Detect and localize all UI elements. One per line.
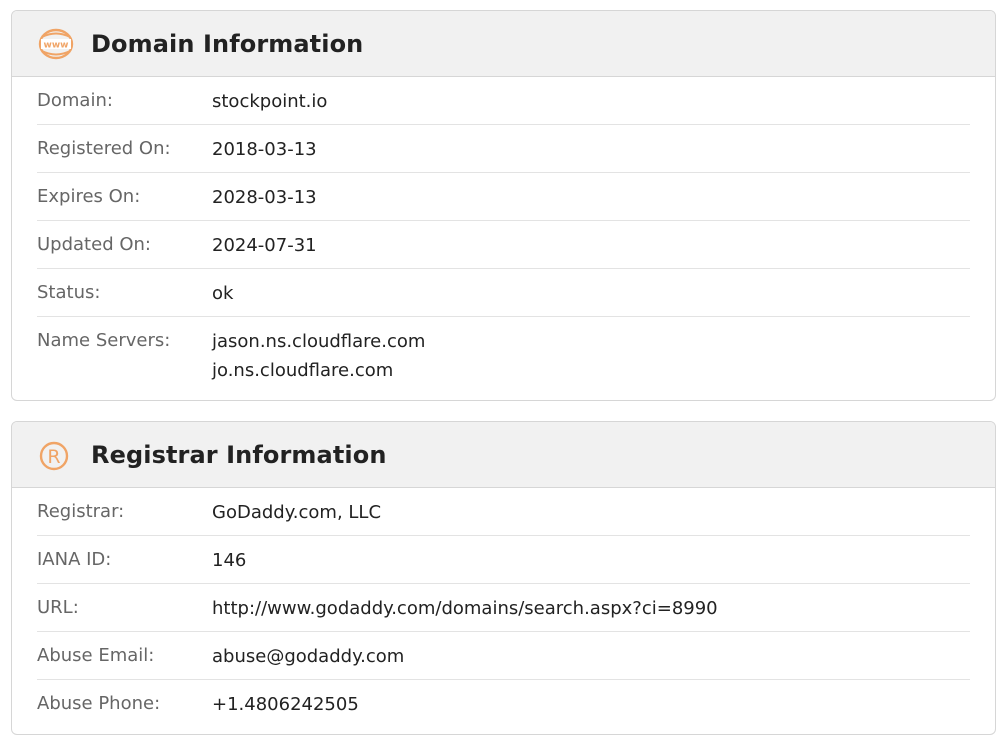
expires-on-row: Expires On: 2028-03-13 bbox=[37, 173, 970, 221]
registrar-information-title: Registrar Information bbox=[91, 440, 387, 469]
domain-label: Domain: bbox=[37, 90, 113, 111]
name-servers-row: Name Servers: jason.ns.cloudflare.com jo… bbox=[37, 317, 970, 385]
name-servers-label: Name Servers: bbox=[37, 330, 171, 351]
registered-trademark-icon: R bbox=[38, 437, 74, 473]
name-servers-value: jason.ns.cloudflare.com jo.ns.cloudflare… bbox=[212, 327, 425, 385]
abuse-email-label: Abuse Email: bbox=[37, 645, 155, 666]
status-row: Status: ok bbox=[37, 269, 970, 317]
registered-on-row: Registered On: 2018-03-13 bbox=[37, 125, 970, 173]
iana-id-row: IANA ID: 146 bbox=[37, 536, 970, 584]
domain-row: Domain: stockpoint.io bbox=[37, 77, 970, 125]
updated-on-row: Updated On: 2024-07-31 bbox=[37, 221, 970, 269]
registered-on-label: Registered On: bbox=[37, 138, 171, 159]
registered-on-value: 2018-03-13 bbox=[212, 139, 317, 160]
domain-information-rows: Domain: stockpoint.io Registered On: 201… bbox=[12, 77, 995, 385]
domain-information-header: www Domain Information bbox=[12, 11, 995, 77]
url-value: http://www.godaddy.com/domains/search.as… bbox=[212, 598, 718, 619]
updated-on-label: Updated On: bbox=[37, 234, 151, 255]
abuse-phone-value: +1.4806242505 bbox=[212, 694, 359, 715]
domain-information-title: Domain Information bbox=[91, 29, 364, 58]
registrar-information-header: R Registrar Information bbox=[12, 422, 995, 488]
svg-text:R: R bbox=[47, 446, 60, 468]
abuse-email-row: Abuse Email: abuse@godaddy.com bbox=[37, 632, 970, 680]
registrar-information-card: R Registrar Information Registrar: GoDad… bbox=[11, 421, 996, 735]
name-server-item: jo.ns.cloudflare.com bbox=[212, 360, 394, 381]
www-globe-icon: www bbox=[38, 26, 74, 62]
svg-text:www: www bbox=[44, 40, 69, 50]
registrar-value: GoDaddy.com, LLC bbox=[212, 502, 382, 523]
url-row: URL: http://www.godaddy.com/domains/sear… bbox=[37, 584, 970, 632]
updated-on-value: 2024-07-31 bbox=[212, 235, 317, 256]
abuse-phone-label: Abuse Phone: bbox=[37, 693, 161, 714]
status-value: ok bbox=[212, 283, 234, 304]
registrar-row: Registrar: GoDaddy.com, LLC bbox=[37, 488, 970, 536]
abuse-email-value: abuse@godaddy.com bbox=[212, 646, 405, 667]
iana-id-value: 146 bbox=[212, 550, 247, 571]
domain-value: stockpoint.io bbox=[212, 91, 328, 112]
expires-on-label: Expires On: bbox=[37, 186, 141, 207]
status-label: Status: bbox=[37, 282, 101, 303]
url-label: URL: bbox=[37, 597, 79, 618]
registrar-label: Registrar: bbox=[37, 501, 125, 522]
name-server-item: jason.ns.cloudflare.com bbox=[212, 331, 426, 352]
registrar-information-rows: Registrar: GoDaddy.com, LLC IANA ID: 146… bbox=[12, 488, 995, 728]
iana-id-label: IANA ID: bbox=[37, 549, 112, 570]
domain-information-card: www Domain Information Domain: stockpoin… bbox=[11, 10, 996, 401]
expires-on-value: 2028-03-13 bbox=[212, 187, 317, 208]
abuse-phone-row: Abuse Phone: +1.4806242505 bbox=[37, 680, 970, 728]
